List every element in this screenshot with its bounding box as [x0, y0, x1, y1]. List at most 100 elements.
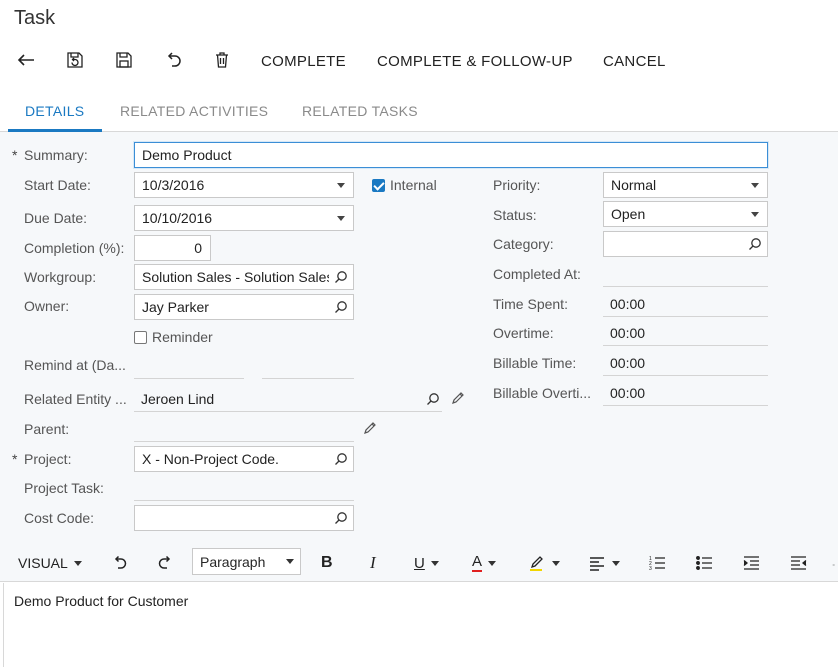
due-date-label: Due Date:	[24, 210, 88, 226]
owner-label: Owner:	[24, 298, 70, 314]
redo-icon[interactable]	[157, 552, 175, 574]
tab-related-activities[interactable]: RELATED ACTIVITIES	[120, 103, 268, 119]
related-entity-value: Jeroen Lind	[141, 390, 215, 407]
reminder-checkbox-group[interactable]: Reminder	[134, 329, 213, 345]
complete-button[interactable]: COMPLETE	[261, 53, 346, 70]
summary-field[interactable]: Demo Product	[134, 142, 768, 168]
bullet-list-icon[interactable]	[695, 552, 713, 574]
overtime-label: Overtime:	[493, 325, 554, 341]
project-field[interactable]: X - Non-Project Code.	[134, 446, 354, 472]
status-value: Open	[611, 206, 646, 222]
save-revert-icon[interactable]	[63, 48, 87, 72]
time-spent-label: Time Spent:	[493, 296, 568, 312]
pencil-icon[interactable]	[362, 420, 378, 439]
start-date-field[interactable]: 10/3/2016	[134, 172, 354, 198]
category-field[interactable]	[603, 231, 768, 257]
required-marker: *	[12, 451, 18, 467]
pencil-icon[interactable]	[450, 390, 466, 409]
chevron-down-icon[interactable]	[743, 183, 767, 188]
bold-button[interactable]: B	[321, 552, 333, 574]
cancel-button[interactable]: CANCEL	[603, 53, 666, 70]
search-icon[interactable]	[329, 452, 353, 466]
tab-details[interactable]: DETAILS	[25, 103, 84, 119]
outdent-icon[interactable]	[789, 552, 807, 574]
internal-checkbox[interactable]	[372, 178, 385, 192]
remind-at-date-field[interactable]	[134, 353, 244, 379]
align-dropdown[interactable]	[588, 552, 620, 574]
search-icon[interactable]	[329, 511, 353, 525]
numbered-list-icon[interactable]: 123	[648, 552, 666, 574]
completion-label: Completion (%):	[24, 240, 125, 256]
workgroup-field[interactable]: Solution Sales - Solution Sales	[134, 264, 354, 290]
indent-icon[interactable]	[742, 552, 760, 574]
status-select[interactable]: Open	[603, 201, 768, 227]
due-date-value: 10/10/2016	[142, 210, 213, 226]
summary-label: Summary:	[24, 147, 88, 163]
reminder-label: Reminder	[152, 329, 213, 345]
save-icon[interactable]	[112, 48, 136, 72]
priority-label: Priority:	[493, 177, 541, 193]
start-date-label: Start Date:	[24, 177, 91, 193]
search-icon[interactable]	[329, 270, 353, 284]
search-icon[interactable]	[329, 300, 353, 314]
internal-checkbox-group[interactable]: Internal	[372, 177, 437, 193]
search-icon[interactable]	[743, 237, 767, 251]
cost-code-label: Cost Code:	[24, 510, 95, 526]
trash-icon[interactable]	[210, 48, 234, 72]
arrow-left-icon[interactable]	[14, 48, 38, 72]
tab-related-tasks[interactable]: RELATED TASKS	[302, 103, 418, 119]
project-task-field[interactable]	[134, 475, 354, 501]
due-date-field[interactable]: 10/10/2016	[134, 205, 354, 231]
editor-content[interactable]: Demo Product for Customer	[14, 593, 188, 609]
undo-icon[interactable]	[110, 552, 128, 574]
highlighter-icon	[530, 556, 543, 571]
italic-button[interactable]: I	[370, 552, 376, 574]
project-label: Project:	[24, 451, 72, 467]
font-color-dropdown[interactable]: A	[472, 552, 497, 574]
chevron-down-icon	[552, 560, 560, 566]
complete-follow-up-button[interactable]: COMPLETE & FOLLOW-UP	[377, 53, 573, 70]
chevron-down-icon[interactable]	[329, 183, 353, 188]
internal-label: Internal	[390, 177, 437, 193]
required-marker: *	[12, 147, 18, 163]
reminder-checkbox[interactable]	[134, 330, 147, 344]
completed-at-field	[603, 261, 768, 287]
chevron-down-icon	[488, 560, 497, 566]
status-label: Status:	[493, 207, 537, 223]
chevron-down-icon	[286, 559, 294, 564]
related-entity-field[interactable]: Jeroen Lind	[134, 386, 442, 412]
parent-field[interactable]	[134, 416, 354, 442]
chevron-down-icon[interactable]	[329, 216, 353, 221]
chevron-down-icon	[73, 560, 82, 566]
related-entity-label: Related Entity ...	[24, 391, 127, 407]
highlight-dropdown[interactable]	[528, 552, 560, 574]
summary-value: Demo Product	[142, 147, 232, 163]
chevron-down-icon	[612, 560, 620, 566]
overtime-field: 00:00	[603, 320, 768, 346]
font-color-label: A	[472, 553, 483, 572]
cost-code-field[interactable]	[134, 505, 354, 531]
owner-field[interactable]: Jay Parker	[134, 294, 354, 320]
billable-overtime-field: 00:00	[603, 380, 768, 406]
visual-mode-label: VISUAL	[18, 555, 68, 571]
chevron-down-icon[interactable]	[743, 212, 767, 217]
search-icon[interactable]	[426, 392, 440, 406]
priority-select[interactable]: Normal	[603, 172, 768, 198]
more-tools-icon[interactable]	[832, 552, 838, 574]
owner-value: Jay Parker	[142, 299, 209, 315]
undo-icon[interactable]	[161, 48, 185, 72]
editor-border	[3, 583, 4, 667]
paragraph-label: Paragraph	[200, 553, 266, 570]
svg-text:3: 3	[649, 566, 652, 572]
completion-field[interactable]: 0	[134, 235, 211, 261]
workgroup-value: Solution Sales - Solution Sales	[142, 269, 329, 285]
priority-value: Normal	[611, 177, 657, 193]
page-title: Task	[14, 7, 56, 29]
billable-time-field: 00:00	[603, 350, 768, 376]
billable-time-label: Billable Time:	[493, 355, 577, 371]
remind-at-time-field[interactable]	[262, 353, 354, 379]
underline-dropdown[interactable]: U	[414, 552, 439, 574]
category-label: Category:	[493, 236, 554, 252]
paragraph-format-select[interactable]: Paragraph	[192, 548, 301, 575]
visual-mode-dropdown[interactable]: VISUAL	[18, 552, 82, 574]
